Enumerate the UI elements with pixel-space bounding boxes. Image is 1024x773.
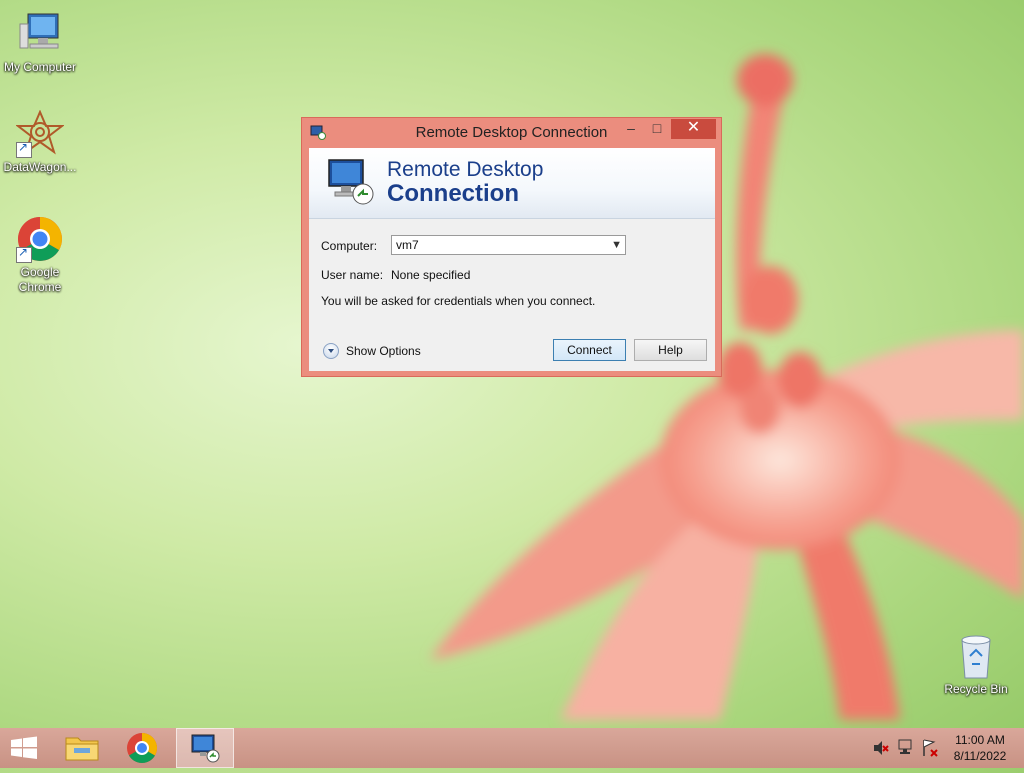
monitor-connection-icon — [325, 156, 375, 208]
clock-date: 8/11/2022 — [953, 749, 1007, 763]
volume-muted-icon[interactable] — [870, 728, 890, 768]
shortcut-arrow-icon — [16, 140, 32, 158]
expand-circle-icon[interactable] — [323, 343, 339, 359]
rdc-app-icon — [191, 734, 220, 763]
network-icon[interactable] — [896, 728, 916, 768]
chrome-icon — [127, 733, 158, 764]
computer-label: Computer: — [321, 239, 378, 253]
desktop-icon-label: My Computer — [3, 60, 77, 74]
help-button[interactable]: Help — [634, 339, 707, 361]
rdc-banner: Remote Desktop Connection — [309, 148, 715, 219]
clock-time: 11:00 AM — [955, 733, 1005, 747]
recycle-bin-icon — [956, 632, 996, 680]
window-titlebar[interactable]: Remote Desktop Connection – □ ✕ — [302, 118, 721, 148]
computer-combobox[interactable]: vm7 ▼ — [391, 235, 626, 255]
username-value: None specified — [391, 268, 471, 282]
folder-icon — [65, 737, 99, 761]
maximize-button[interactable]: □ — [644, 119, 670, 139]
taskbar-file-explorer[interactable] — [58, 728, 106, 768]
desktop-icon-label: Google Chrome — [18, 265, 62, 294]
banner-title-line2: Connection — [387, 180, 519, 207]
minimize-button[interactable]: – — [618, 119, 644, 139]
desktop-icon-datawagon[interactable]: DataWagon... — [0, 109, 80, 175]
credentials-info-text: You will be asked for credentials when y… — [321, 294, 596, 308]
datawagon-icon — [15, 109, 65, 158]
rdc-window: Remote Desktop Connection – □ ✕ Remote D… — [301, 117, 722, 377]
banner-title-line1: Remote Desktop — [387, 158, 544, 181]
desktop-icon-recycle-bin[interactable]: Recycle Bin — [936, 632, 1016, 696]
connect-button[interactable]: Connect — [553, 339, 626, 361]
taskbar-clock[interactable]: 11:00 AM 8/11/2022 — [940, 732, 1020, 764]
computer-value: vm7 — [396, 238, 419, 252]
taskbar: 11:00 AM 8/11/2022 — [0, 728, 1024, 768]
desktop-icon-my-computer[interactable]: My Computer — [0, 10, 80, 75]
desktop-icon-label: Recycle Bin — [944, 682, 1008, 696]
show-options-label[interactable]: Show Options — [346, 344, 421, 358]
computer-icon — [16, 10, 64, 58]
chevron-down-icon[interactable]: ▼ — [611, 236, 622, 254]
action-center-flag-icon[interactable] — [920, 728, 940, 768]
start-button[interactable] — [0, 728, 48, 768]
taskbar-google-chrome[interactable] — [118, 728, 166, 768]
windows-logo-icon — [11, 736, 37, 759]
shortcut-arrow-icon — [16, 245, 32, 263]
desktop-icon-google-chrome[interactable]: Google Chrome — [0, 215, 80, 295]
chrome-icon — [16, 215, 64, 263]
username-label: User name: — [321, 268, 384, 282]
window-client-area: Remote Desktop Connection Computer: vm7 … — [309, 148, 715, 371]
desktop-icon-label: DataWagon... — [3, 160, 77, 174]
close-button[interactable]: ✕ — [671, 119, 716, 139]
taskbar-remote-desktop-connection[interactable] — [176, 728, 234, 768]
